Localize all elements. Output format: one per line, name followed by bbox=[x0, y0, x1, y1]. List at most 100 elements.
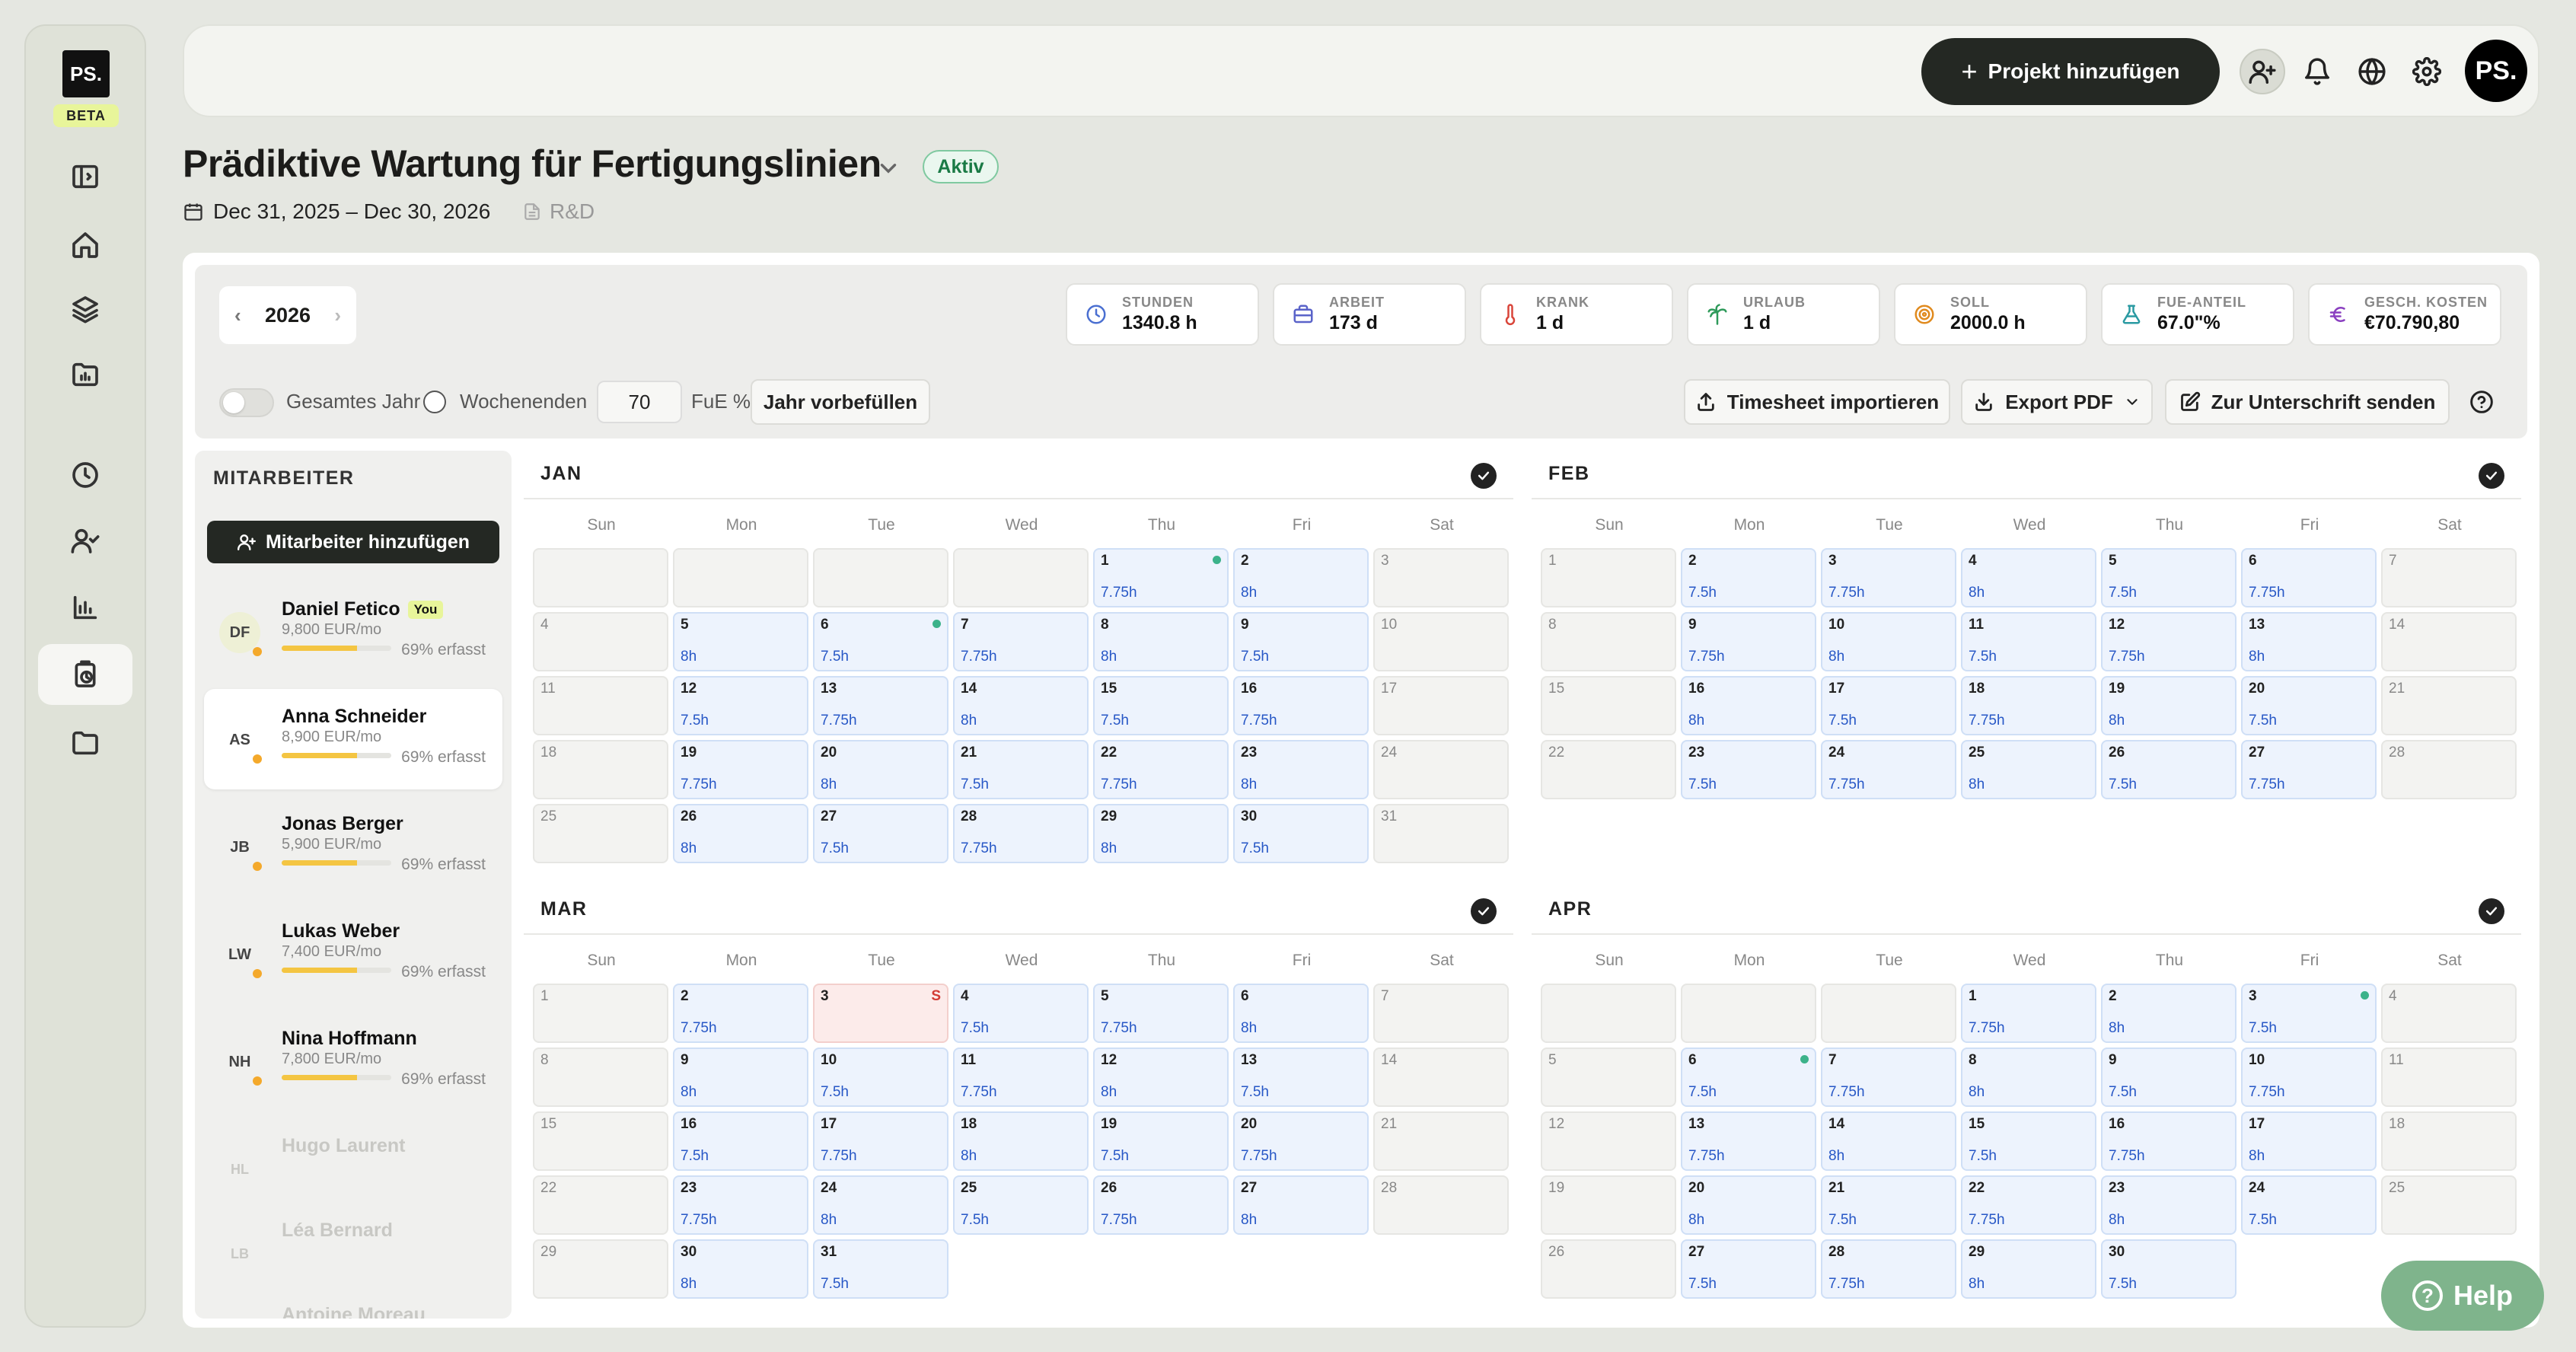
calendar-day[interactable]: 28 bbox=[1373, 1175, 1509, 1235]
chevron-left-icon[interactable]: ‹ bbox=[234, 304, 241, 327]
calendar-day[interactable]: 23 8h bbox=[1233, 740, 1369, 799]
calendar-day[interactable]: 2 7.5h bbox=[1681, 548, 1816, 607]
calendar-day[interactable]: 27 7.75h bbox=[2241, 740, 2377, 799]
calendar-day[interactable]: 13 8h bbox=[2241, 612, 2377, 671]
weekends-radio[interactable] bbox=[423, 391, 446, 413]
invite-user-button[interactable] bbox=[2240, 49, 2285, 94]
calendar-day[interactable]: 5 bbox=[1541, 1047, 1676, 1107]
calendar-day[interactable]: 31 7.5h bbox=[813, 1239, 948, 1299]
calendar-day[interactable]: 12 7.5h bbox=[673, 676, 808, 735]
calendar-day[interactable]: 10 bbox=[1373, 612, 1509, 671]
calendar-day[interactable]: 12 8h bbox=[1093, 1047, 1229, 1107]
calendar-day[interactable]: 16 7.75h bbox=[2101, 1111, 2236, 1171]
calendar-day[interactable]: 27 7.5h bbox=[813, 804, 948, 863]
calendar-day[interactable]: 6 8h bbox=[1233, 984, 1369, 1043]
calendar-day[interactable]: 1 bbox=[1541, 548, 1676, 607]
calendar-day[interactable]: 21 7.5h bbox=[953, 740, 1089, 799]
calendar-day[interactable]: 23 7.75h bbox=[673, 1175, 808, 1235]
month-complete-check[interactable] bbox=[2479, 463, 2504, 489]
calendar-day[interactable]: 16 8h bbox=[1681, 676, 1816, 735]
calendar-day[interactable]: 28 7.75h bbox=[1821, 1239, 1956, 1299]
send-for-signature-button[interactable]: Zur Unterschrift senden bbox=[2165, 379, 2450, 425]
employee-item[interactable]: NH Nina Hoffmann 7,800 EUR/mo 69% erfasst bbox=[204, 1011, 502, 1111]
calendar-day[interactable]: 9 7.5h bbox=[2101, 1047, 2236, 1107]
calendar-day[interactable]: 28 7.75h bbox=[953, 804, 1089, 863]
calendar-day[interactable]: 3 bbox=[1373, 548, 1509, 607]
calendar-day[interactable]: 7 bbox=[1373, 984, 1509, 1043]
calendar-day[interactable]: 21 bbox=[2381, 676, 2517, 735]
calendar-day[interactable]: 13 7.75h bbox=[1681, 1111, 1816, 1171]
calendar-day[interactable]: 24 8h bbox=[813, 1175, 948, 1235]
calendar-day[interactable]: 4 8h bbox=[1961, 548, 2096, 607]
calendar-day[interactable]: 11 7.75h bbox=[953, 1047, 1089, 1107]
calendar-day[interactable]: 18 8h bbox=[953, 1111, 1089, 1171]
calendar-day[interactable]: 16 7.75h bbox=[1233, 676, 1369, 735]
calendar-day[interactable]: 9 7.5h bbox=[1233, 612, 1369, 671]
calendar-day[interactable]: 15 bbox=[1541, 676, 1676, 735]
calendar-day[interactable]: 16 7.5h bbox=[673, 1111, 808, 1171]
calendar-day[interactable]: 25 bbox=[533, 804, 668, 863]
calendar-day[interactable]: 29 8h bbox=[1961, 1239, 2096, 1299]
calendar-day[interactable]: 19 bbox=[1541, 1175, 1676, 1235]
fue-percent-input[interactable]: 70 bbox=[597, 381, 682, 423]
calendar-day[interactable]: 12 7.75h bbox=[2101, 612, 2236, 671]
month-complete-check[interactable] bbox=[1471, 463, 1497, 489]
calendar-day[interactable]: 24 7.5h bbox=[2241, 1175, 2377, 1235]
calendar-day[interactable]: 31 bbox=[1373, 804, 1509, 863]
calendar-day[interactable]: 2 8h bbox=[2101, 984, 2236, 1043]
sidebar-item-user-check[interactable] bbox=[38, 510, 132, 571]
calendar-day[interactable]: 12 bbox=[1541, 1111, 1676, 1171]
export-pdf-button[interactable]: Export PDF bbox=[1961, 379, 2153, 425]
month-complete-check[interactable] bbox=[2479, 898, 2504, 924]
calendar-day[interactable]: 14 bbox=[2381, 612, 2517, 671]
employee-item[interactable]: LW Lukas Weber 7,400 EUR/mo 69% erfasst bbox=[204, 904, 502, 1004]
calendar-day[interactable]: 26 7.75h bbox=[1093, 1175, 1229, 1235]
calendar-day[interactable]: 1 7.75h bbox=[1093, 548, 1229, 607]
calendar-day[interactable]: 26 7.5h bbox=[2101, 740, 2236, 799]
employee-item[interactable]: AS Anna Schneider 8,900 EUR/mo 69% erfasst bbox=[204, 689, 502, 789]
calendar-day[interactable]: 24 7.75h bbox=[1821, 740, 1956, 799]
user-avatar[interactable]: PS. bbox=[2465, 40, 2527, 102]
calendar-day[interactable]: 17 7.5h bbox=[1821, 676, 1956, 735]
calendar-day[interactable]: 21 7.5h bbox=[1821, 1175, 1956, 1235]
year-selector[interactable]: ‹ 2026 › bbox=[219, 286, 356, 344]
calendar-day[interactable]: 4 7.5h bbox=[953, 984, 1089, 1043]
calendar-day[interactable]: 13 7.5h bbox=[1233, 1047, 1369, 1107]
prefill-year-button[interactable]: Jahr vorbefüllen bbox=[751, 379, 930, 425]
calendar-day[interactable]: 3S bbox=[813, 984, 948, 1043]
sidebar-item-folder[interactable] bbox=[38, 713, 132, 773]
calendar-day[interactable]: 14 8h bbox=[953, 676, 1089, 735]
calendar-day[interactable]: 18 7.75h bbox=[1961, 676, 2096, 735]
calendar-day[interactable]: 10 8h bbox=[1821, 612, 1956, 671]
calendar-day[interactable]: 3 7.5h bbox=[2241, 984, 2377, 1043]
sidebar-item-bar-chart[interactable] bbox=[38, 577, 132, 638]
calendar-day[interactable]: 19 7.75h bbox=[673, 740, 808, 799]
calendar-day[interactable]: 6 7.5h bbox=[813, 612, 948, 671]
calendar-day[interactable]: 7 7.75h bbox=[953, 612, 1089, 671]
calendar-day[interactable]: 30 7.5h bbox=[2101, 1239, 2236, 1299]
import-timesheet-button[interactable]: Timesheet importieren bbox=[1684, 379, 1950, 425]
sidebar-item-folder-chart[interactable] bbox=[38, 344, 132, 405]
calendar-day[interactable]: 19 7.5h bbox=[1093, 1111, 1229, 1171]
calendar-day[interactable]: 5 7.5h bbox=[2101, 548, 2236, 607]
calendar-day[interactable]: 20 8h bbox=[1681, 1175, 1816, 1235]
calendar-day[interactable]: 30 7.5h bbox=[1233, 804, 1369, 863]
notifications-button[interactable] bbox=[2294, 49, 2340, 94]
month-complete-check[interactable] bbox=[1471, 898, 1497, 924]
calendar-day[interactable]: 19 8h bbox=[2101, 676, 2236, 735]
sidebar-item-clipboard-clock[interactable] bbox=[38, 644, 132, 705]
calendar-day[interactable]: 27 7.5h bbox=[1681, 1239, 1816, 1299]
calendar-day[interactable]: 10 7.75h bbox=[2241, 1047, 2377, 1107]
settings-button[interactable] bbox=[2404, 49, 2450, 94]
calendar-day[interactable]: 13 7.75h bbox=[813, 676, 948, 735]
calendar-day[interactable]: 14 8h bbox=[1821, 1111, 1956, 1171]
calendar-day[interactable]: 25 bbox=[2381, 1175, 2517, 1235]
calendar-day[interactable]: 11 bbox=[533, 676, 668, 735]
calendar-day[interactable]: 30 8h bbox=[673, 1239, 808, 1299]
calendar-day[interactable]: 8 bbox=[533, 1047, 668, 1107]
sidebar-item-clock[interactable] bbox=[38, 445, 132, 505]
calendar-day[interactable]: 20 8h bbox=[813, 740, 948, 799]
calendar-day[interactable]: 29 8h bbox=[1093, 804, 1229, 863]
calendar-day[interactable]: 25 7.5h bbox=[953, 1175, 1089, 1235]
calendar-day[interactable]: 27 8h bbox=[1233, 1175, 1369, 1235]
